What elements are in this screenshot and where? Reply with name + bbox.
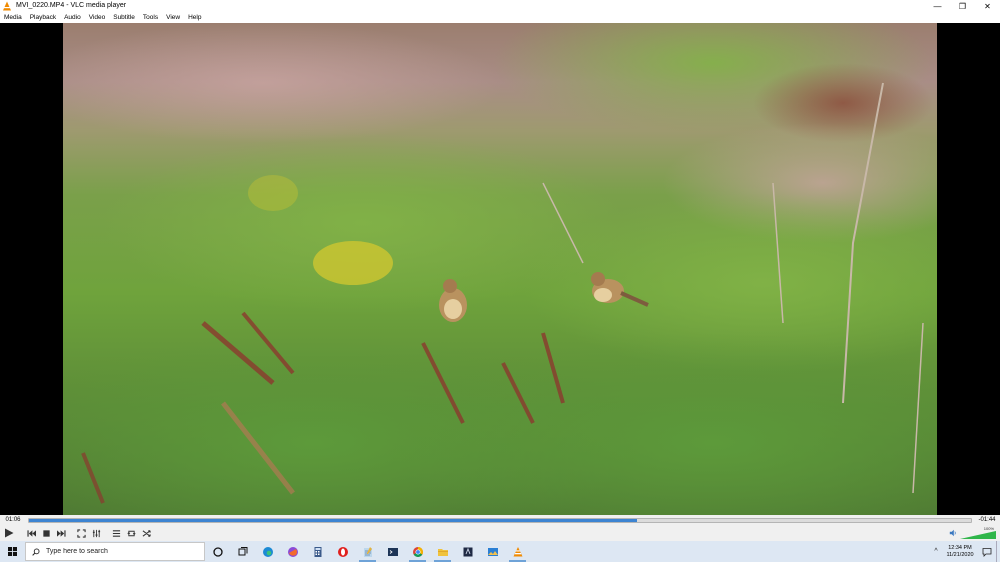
file-explorer-icon <box>437 548 448 556</box>
clock-time: 12:34 PM <box>948 544 972 551</box>
cortana-icon <box>212 546 223 557</box>
taskbar-app-chrome[interactable] <box>405 541 430 562</box>
seek-progress <box>29 518 637 522</box>
extended-settings-button[interactable] <box>89 526 103 540</box>
playlist-icon <box>112 529 120 537</box>
window-controls: — ❐ ✕ <box>925 0 1000 12</box>
taskbar-app-opera[interactable] <box>330 541 355 562</box>
edge-icon <box>262 546 273 557</box>
notification-center-button[interactable] <box>978 547 996 557</box>
taskbar-app-notepad[interactable] <box>355 541 380 562</box>
volume-slider[interactable]: 100% <box>960 526 996 539</box>
stop-icon <box>42 529 50 537</box>
fullscreen-icon <box>76 528 86 538</box>
speaker-icon <box>949 529 956 537</box>
play-icon <box>5 528 14 538</box>
taskbar-app-firefox[interactable] <box>280 541 305 562</box>
previous-button[interactable] <box>24 526 38 540</box>
video-still-image <box>63 23 937 515</box>
clock[interactable]: 12:34 PM 11/21/2020 <box>942 545 978 559</box>
firefox-icon <box>287 546 298 557</box>
menu-bar: Media Playback Audio Video Subtitle Tool… <box>0 12 1000 23</box>
taskbar-app-file-explorer[interactable] <box>430 541 455 562</box>
video-area[interactable] <box>0 23 1000 515</box>
taskbar-app-vlc[interactable] <box>505 541 530 562</box>
elapsed-time: 01:06 <box>5 517 21 523</box>
playlist-button[interactable] <box>109 526 123 540</box>
minimize-button[interactable]: — <box>925 0 950 12</box>
vlc-app-icon <box>2 1 12 11</box>
window-title: MVI_0220.MP4 - VLC media player <box>16 2 127 9</box>
shuffle-button[interactable] <box>139 526 153 540</box>
stop-button[interactable] <box>39 526 53 540</box>
taskbar-app-photos[interactable] <box>480 541 505 562</box>
menu-audio[interactable]: Audio <box>60 12 85 23</box>
play-button[interactable] <box>0 526 18 540</box>
vlc-icon <box>513 546 522 556</box>
shuffle-icon <box>142 529 151 537</box>
opera-icon <box>337 546 348 557</box>
search-input[interactable] <box>46 548 196 555</box>
taskbar-app-generic[interactable] <box>455 541 480 562</box>
taskbar-search[interactable] <box>25 542 205 561</box>
windows-logo-icon <box>7 547 17 556</box>
loop-button[interactable] <box>124 526 138 540</box>
app-icon <box>463 547 472 556</box>
fullscreen-button[interactable] <box>74 526 88 540</box>
clock-date: 11/21/2020 <box>946 551 974 558</box>
menu-video[interactable]: Video <box>85 12 110 23</box>
seek-bar-row: 01:06 -01:44 <box>0 515 1000 525</box>
taskbar-app-calculator[interactable] <box>305 541 330 562</box>
mute-button[interactable] <box>949 529 957 537</box>
calculator-icon <box>314 546 321 557</box>
photos-icon <box>487 547 498 556</box>
windows-taskbar: ^ 12:34 PM 11/21/2020 <box>0 541 1000 562</box>
show-desktop-button[interactable] <box>996 541 1000 562</box>
volume-level <box>960 531 996 539</box>
task-view-button[interactable] <box>230 541 255 562</box>
taskbar-app-terminal[interactable] <box>380 541 405 562</box>
system-tray: ^ 12:34 PM 11/21/2020 <box>930 541 1000 562</box>
start-button[interactable] <box>0 541 24 562</box>
menu-subtitle[interactable]: Subtitle <box>109 12 139 23</box>
video-frame <box>63 23 937 515</box>
menu-media[interactable]: Media <box>0 12 26 23</box>
terminal-icon <box>387 547 398 556</box>
task-view-icon <box>238 546 247 555</box>
restore-button[interactable]: ❐ <box>950 0 975 12</box>
notification-icon <box>982 547 992 557</box>
menu-tools[interactable]: Tools <box>139 12 162 23</box>
volume-control: 100% <box>949 526 996 540</box>
search-icon <box>32 548 40 556</box>
menu-view[interactable]: View <box>162 12 184 23</box>
title-bar: MVI_0220.MP4 - VLC media player — ❐ ✕ <box>0 0 1000 12</box>
playback-controls: 100% <box>0 525 1000 541</box>
next-button[interactable] <box>54 526 68 540</box>
taskbar-app-edge[interactable] <box>255 541 280 562</box>
chrome-icon <box>412 546 423 557</box>
next-icon <box>56 529 66 537</box>
cortana-button[interactable] <box>205 541 230 562</box>
show-hidden-icons-button[interactable]: ^ <box>930 548 942 555</box>
menu-help[interactable]: Help <box>184 12 205 23</box>
menu-playback[interactable]: Playback <box>26 12 60 23</box>
previous-icon <box>26 529 36 537</box>
extended-settings-icon <box>92 529 100 537</box>
remaining-time[interactable]: -01:44 <box>974 517 1000 523</box>
loop-icon <box>126 530 136 536</box>
close-button[interactable]: ✕ <box>975 0 1000 12</box>
notepad-icon <box>363 546 372 557</box>
seek-slider[interactable] <box>28 517 972 523</box>
